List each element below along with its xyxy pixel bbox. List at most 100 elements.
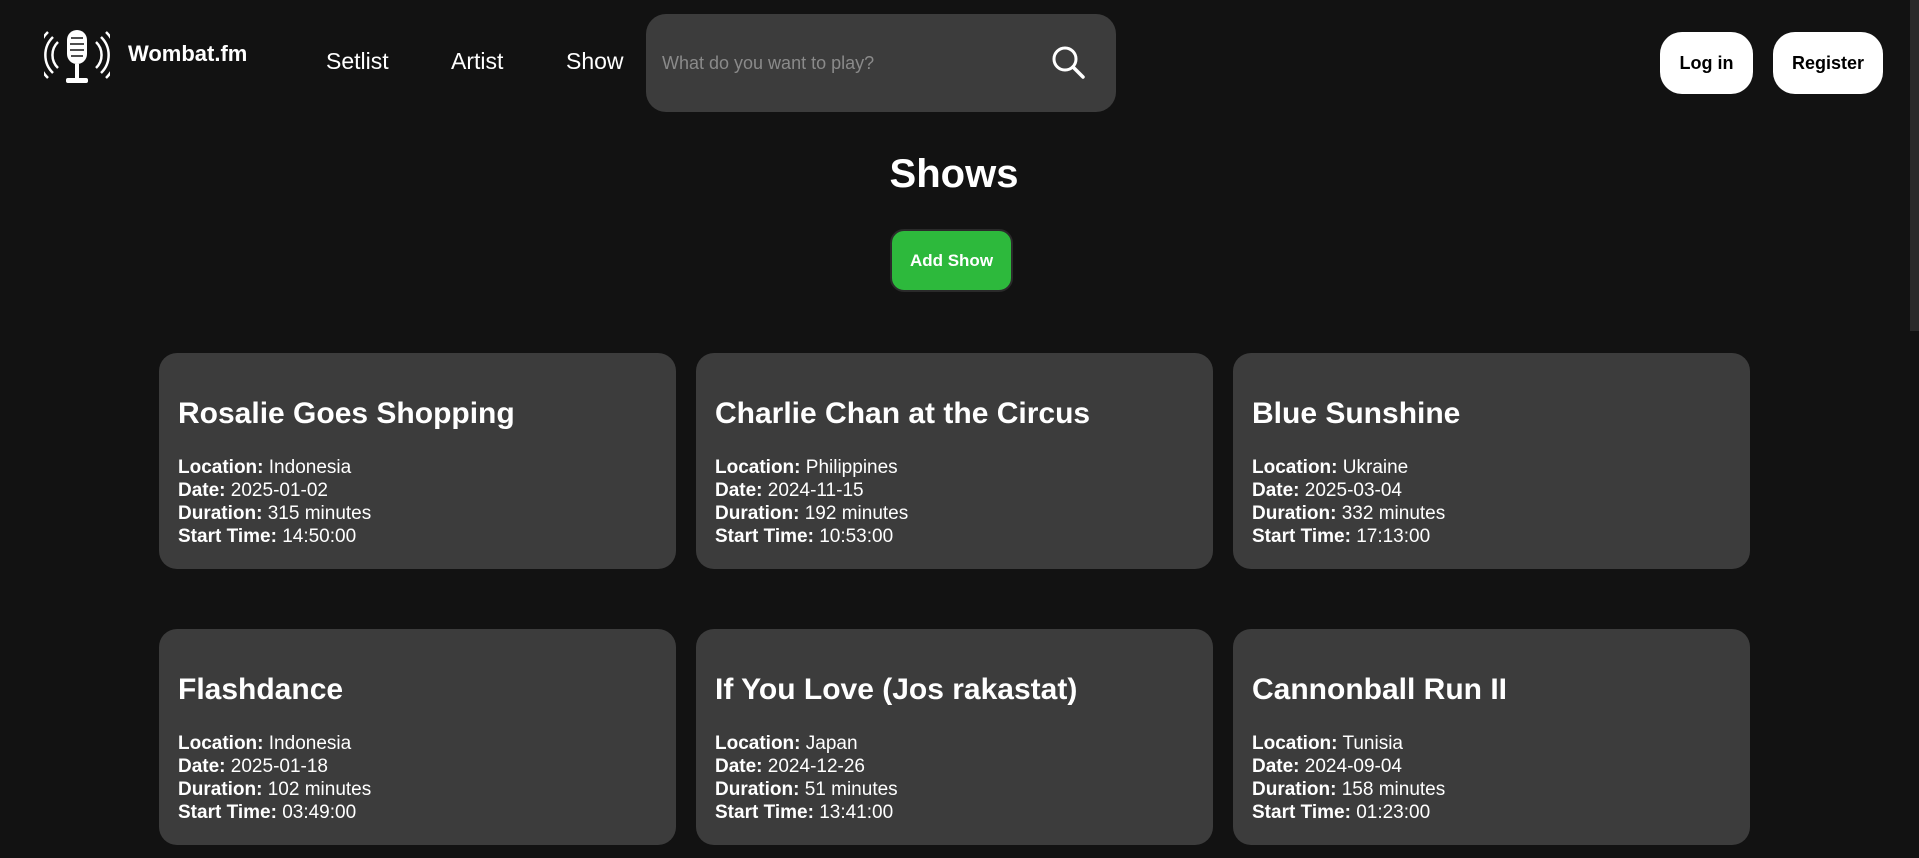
show-title: Charlie Chan at the Circus [715, 397, 1091, 430]
show-location: Location: Japan [715, 732, 898, 755]
show-start-time: Start Time: 01:23:00 [1252, 801, 1445, 824]
nav-artist-link[interactable]: Artist [451, 48, 503, 75]
show-card[interactable]: Flashdance Location: Indonesia Date: 202… [159, 629, 676, 845]
location-label: Location: [715, 733, 801, 754]
start-time-label: Start Time: [178, 802, 277, 823]
show-duration: Duration: 192 minutes [715, 502, 908, 525]
show-card[interactable]: Rosalie Goes Shopping Location: Indonesi… [159, 353, 676, 569]
top-bar: Wombat.fm Setlist Artist Show Log in Reg… [0, 0, 1919, 120]
show-title: Rosalie Goes Shopping [178, 397, 515, 430]
date-label: Date: [1252, 756, 1300, 777]
nav-show-link[interactable]: Show [566, 48, 624, 75]
show-details: Location: Ukraine Date: 2025-03-04 Durat… [1252, 456, 1445, 548]
show-date: Date: 2024-09-04 [1252, 755, 1445, 778]
show-date: Date: 2025-01-18 [178, 755, 371, 778]
show-card[interactable]: Blue Sunshine Location: Ukraine Date: 20… [1233, 353, 1750, 569]
start-time-label: Start Time: [715, 802, 814, 823]
start-time-label: Start Time: [715, 526, 814, 547]
search-input[interactable] [660, 48, 1020, 78]
date-label: Date: [1252, 480, 1300, 501]
duration-label: Duration: [715, 503, 800, 524]
duration-value: 102 minutes [267, 779, 372, 800]
location-value: Philippines [805, 457, 898, 478]
date-value: 2024-12-26 [767, 756, 865, 777]
duration-label: Duration: [178, 503, 263, 524]
show-card[interactable]: Charlie Chan at the Circus Location: Phi… [696, 353, 1213, 569]
show-card[interactable]: Cannonball Run II Location: Tunisia Date… [1233, 629, 1750, 845]
location-value: Indonesia [268, 733, 352, 754]
start-time-label: Start Time: [178, 526, 277, 547]
brand-name: Wombat.fm [128, 41, 248, 66]
start-time-value: 03:49:00 [282, 802, 357, 823]
date-value: 2025-03-04 [1304, 480, 1402, 501]
show-location: Location: Ukraine [1252, 456, 1445, 479]
duration-label: Duration: [715, 779, 800, 800]
show-date: Date: 2024-12-26 [715, 755, 898, 778]
show-details: Location: Philippines Date: 2024-11-15 D… [715, 456, 908, 548]
show-title: Cannonball Run II [1252, 673, 1507, 706]
date-label: Date: [715, 480, 763, 501]
show-location: Location: Tunisia [1252, 732, 1445, 755]
location-label: Location: [178, 457, 264, 478]
duration-label: Duration: [1252, 503, 1337, 524]
show-details: Location: Japan Date: 2024-12-26 Duratio… [715, 732, 898, 824]
add-show-button[interactable]: Add Show [890, 229, 1013, 292]
show-title: If You Love (Jos rakastat) [715, 673, 1078, 706]
show-date: Date: 2025-01-02 [178, 479, 371, 502]
microphone-icon [44, 28, 110, 86]
location-value: Tunisia [1342, 733, 1403, 754]
search-icon [1051, 45, 1085, 84]
location-label: Location: [1252, 457, 1338, 478]
show-duration: Duration: 51 minutes [715, 778, 898, 801]
location-label: Location: [178, 733, 264, 754]
register-button[interactable]: Register [1773, 32, 1883, 94]
show-title: Blue Sunshine [1252, 397, 1461, 430]
show-start-time: Start Time: 13:41:00 [715, 801, 898, 824]
duration-value: 332 minutes [1341, 503, 1446, 524]
show-location: Location: Indonesia [178, 456, 371, 479]
start-time-label: Start Time: [1252, 802, 1351, 823]
start-time-value: 13:41:00 [819, 802, 894, 823]
date-value: 2024-09-04 [1304, 756, 1402, 777]
show-title: Flashdance [178, 673, 344, 706]
search-bar [646, 14, 1116, 112]
show-details: Location: Indonesia Date: 2025-01-18 Dur… [178, 732, 371, 824]
location-value: Indonesia [268, 457, 352, 478]
location-label: Location: [1252, 733, 1338, 754]
show-card[interactable]: If You Love (Jos rakastat) Location: Jap… [696, 629, 1213, 845]
show-start-time: Start Time: 10:53:00 [715, 525, 908, 548]
date-label: Date: [178, 480, 226, 501]
show-date: Date: 2024-11-15 [715, 479, 908, 502]
location-label: Location: [715, 457, 801, 478]
start-time-value: 01:23:00 [1356, 802, 1431, 823]
show-duration: Duration: 315 minutes [178, 502, 371, 525]
duration-value: 158 minutes [1341, 779, 1446, 800]
date-value: 2025-01-18 [230, 756, 328, 777]
date-label: Date: [715, 756, 763, 777]
show-location: Location: Philippines [715, 456, 908, 479]
show-duration: Duration: 102 minutes [178, 778, 371, 801]
start-time-value: 14:50:00 [282, 526, 357, 547]
start-time-value: 10:53:00 [819, 526, 894, 547]
page-scrollbar[interactable] [1910, 0, 1919, 331]
duration-label: Duration: [1252, 779, 1337, 800]
show-start-time: Start Time: 03:49:00 [178, 801, 371, 824]
login-button[interactable]: Log in [1660, 32, 1753, 94]
show-details: Location: Tunisia Date: 2024-09-04 Durat… [1252, 732, 1445, 824]
date-value: 2025-01-02 [230, 480, 328, 501]
date-label: Date: [178, 756, 226, 777]
search-button[interactable] [1046, 42, 1090, 86]
show-location: Location: Indonesia [178, 732, 371, 755]
show-start-time: Start Time: 17:13:00 [1252, 525, 1445, 548]
nav-setlist-link[interactable]: Setlist [326, 48, 389, 75]
page-title: Shows [889, 152, 1019, 196]
show-start-time: Start Time: 14:50:00 [178, 525, 371, 548]
duration-value: 315 minutes [267, 503, 372, 524]
start-time-value: 17:13:00 [1356, 526, 1431, 547]
brand-logo[interactable]: Wombat.fm [44, 28, 247, 86]
show-date: Date: 2025-03-04 [1252, 479, 1445, 502]
location-value: Japan [805, 733, 858, 754]
duration-value: 51 minutes [804, 779, 898, 800]
duration-value: 192 minutes [804, 503, 909, 524]
start-time-label: Start Time: [1252, 526, 1351, 547]
